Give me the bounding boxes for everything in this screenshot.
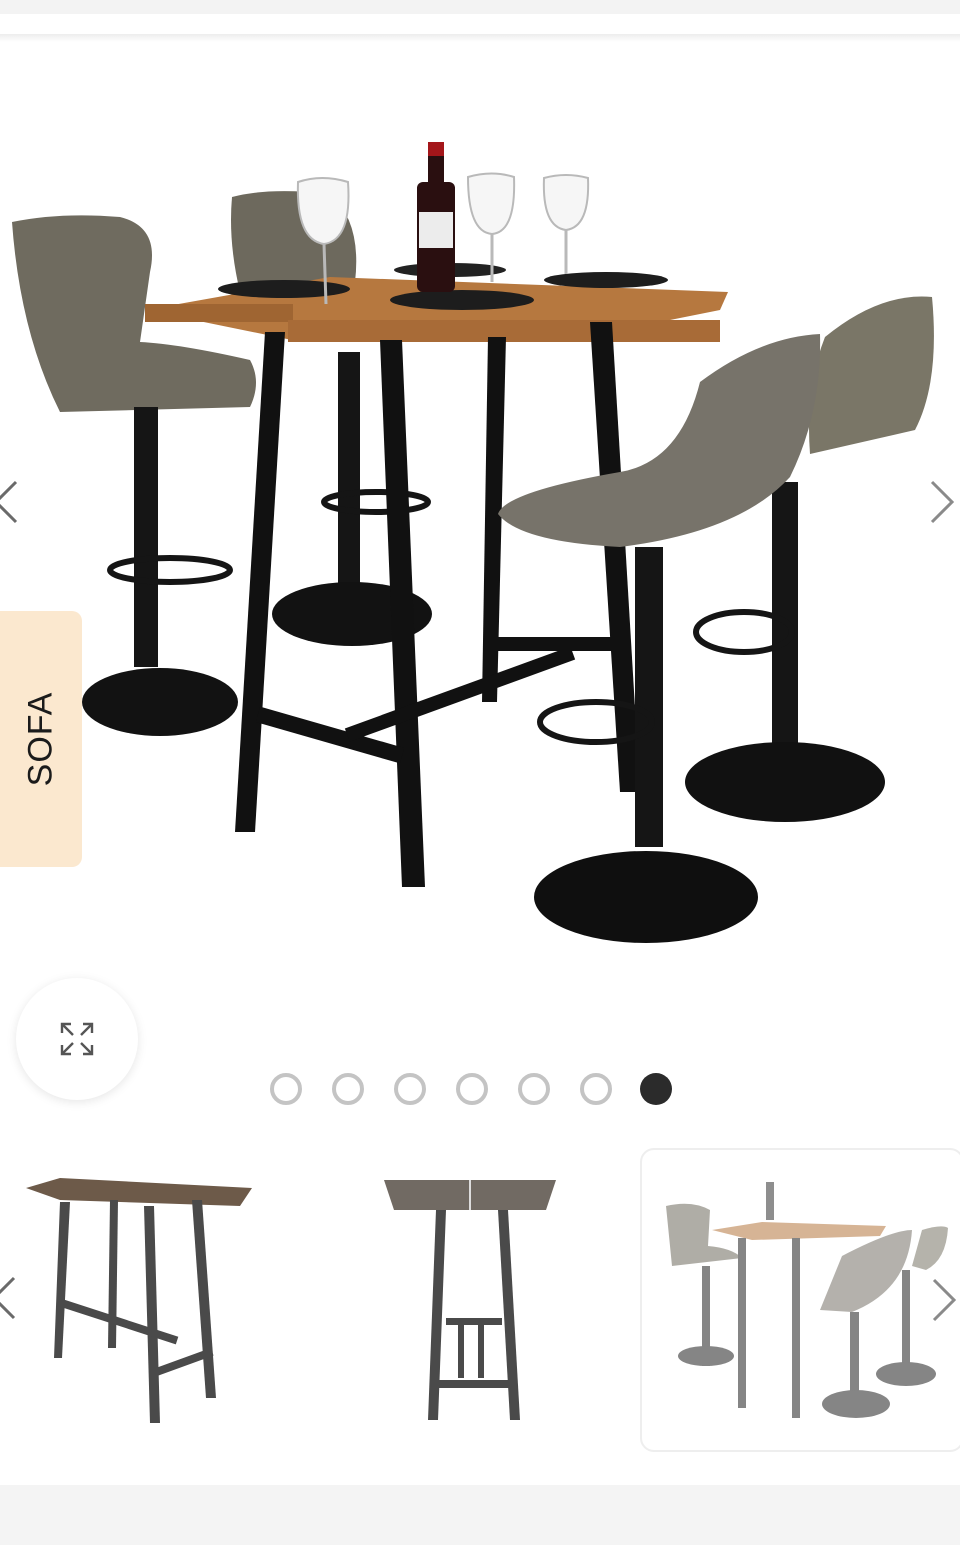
chevron-right-icon	[930, 480, 955, 524]
expand-icon	[60, 1022, 94, 1056]
sofa-side-tab[interactable]: SOFA	[0, 611, 82, 867]
thumbnail-1[interactable]	[20, 1148, 260, 1448]
chevron-right-icon	[932, 1278, 957, 1322]
status-bar	[0, 0, 960, 14]
pagination-dot-active[interactable]	[640, 1073, 672, 1105]
thumbnail-image	[26, 1178, 252, 1423]
pagination-dot[interactable]	[332, 1073, 364, 1105]
thumbnail-next-button[interactable]	[924, 1270, 960, 1330]
sofa-side-tab-label: SOFA	[21, 691, 60, 787]
pagination-dot[interactable]	[580, 1073, 612, 1105]
expand-image-button[interactable]	[16, 978, 138, 1100]
thumbnail-image	[666, 1182, 948, 1418]
gallery-next-button[interactable]	[922, 472, 960, 532]
thumbnail-strip	[0, 1148, 960, 1456]
pagination-dot[interactable]	[270, 1073, 302, 1105]
thumbnail-3-selected[interactable]	[640, 1148, 960, 1452]
pagination-dot[interactable]	[394, 1073, 426, 1105]
pagination-dot[interactable]	[518, 1073, 550, 1105]
product-gallery	[0, 42, 960, 1132]
bottom-bar	[0, 1485, 960, 1545]
pagination-dot[interactable]	[456, 1073, 488, 1105]
chevron-left-icon	[0, 480, 18, 524]
main-product-image	[12, 142, 934, 943]
gallery-prev-button[interactable]	[0, 472, 30, 532]
header-divider	[0, 34, 960, 42]
thumbnail-2[interactable]	[370, 1148, 570, 1448]
thumbnail-image	[384, 1180, 556, 1420]
